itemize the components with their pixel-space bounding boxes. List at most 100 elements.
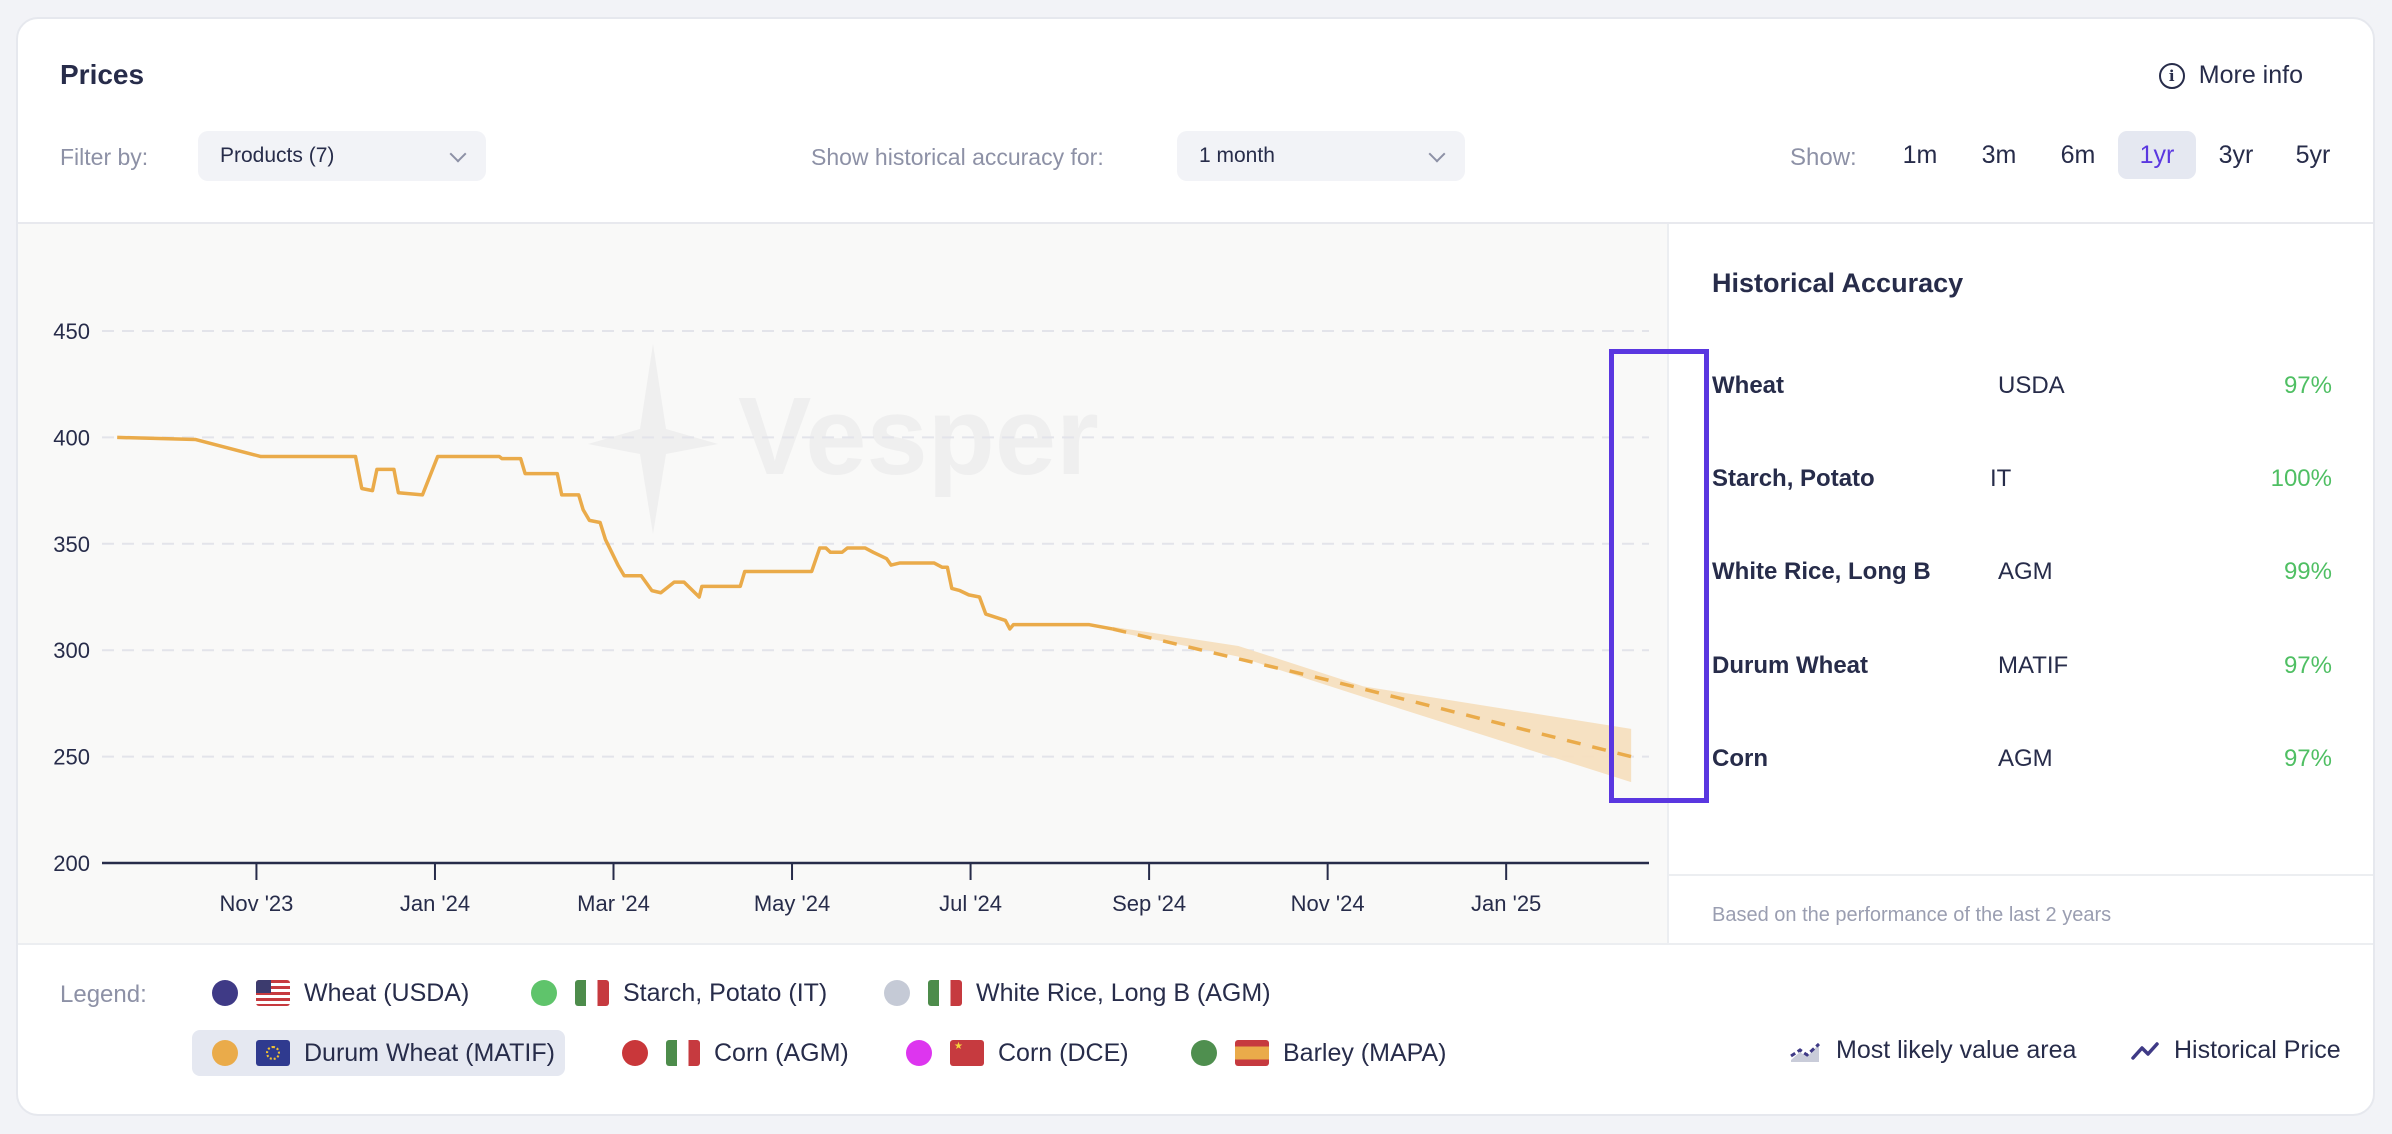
legend-item-corn-agm[interactable]: Corn (AGM) xyxy=(612,1030,859,1076)
range-6m[interactable]: 6m xyxy=(2039,131,2117,179)
y-tick-label: 250 xyxy=(53,745,90,770)
legend-label: Legend: xyxy=(60,981,147,1008)
us-flag-icon xyxy=(256,980,290,1006)
accuracy-source: AGM xyxy=(1998,745,2053,772)
series-color-dot xyxy=(884,980,910,1006)
accuracy-row: Corn AGM 97% xyxy=(1712,739,2332,779)
accuracy-source: IT xyxy=(1990,465,2012,492)
italy-flag-icon xyxy=(666,1040,700,1066)
series-color-dot xyxy=(212,980,238,1006)
series-color-dot xyxy=(1191,1040,1217,1066)
legend-key-likely-area: Most likely value area xyxy=(1788,1036,2076,1065)
area-chart-icon xyxy=(1790,1042,1821,1062)
more-info-label: More info xyxy=(2198,61,2303,89)
info-icon: i xyxy=(2158,62,2185,89)
accuracy-product: Corn xyxy=(1712,745,1768,772)
legend-key-historical-price: Historical Price xyxy=(2130,1036,2341,1065)
legend-item-barley-mapa[interactable]: Barley (MAPA) xyxy=(1181,1030,1456,1076)
price-chart-svg: Vesper 200 250 300 350 400 450 Nov '23 Jan '24… xyxy=(53,319,1649,916)
products-filter-select[interactable]: Products (7) xyxy=(198,131,486,181)
italy-flag-icon xyxy=(928,980,962,1006)
legend-item-white-rice-agm[interactable]: White Rice, Long B (AGM) xyxy=(874,970,1281,1016)
legend-item-wheat-usda[interactable]: Wheat (USDA) xyxy=(202,970,479,1016)
accuracy-label: Show historical accuracy for: xyxy=(811,144,1104,170)
accuracy-product: White Rice, Long B xyxy=(1712,558,1931,585)
price-chart: Vesper 200 250 300 350 400 450 Nov '23 Jan '24… xyxy=(18,224,1667,943)
eu-flag-icon xyxy=(256,1040,290,1066)
prices-card: Prices i More info Filter by: Products (… xyxy=(16,17,2375,1116)
accuracy-row: White Rice, Long B AGM 99% xyxy=(1712,552,2332,592)
accuracy-value: 97% xyxy=(2283,745,2332,772)
x-tick-label: Sep '24 xyxy=(1112,891,1186,916)
accuracy-values-highlight xyxy=(1609,349,1709,803)
show-label: Show: xyxy=(1790,144,1857,171)
italy-flag-icon xyxy=(575,980,609,1006)
legend-item-label: Starch, Potato (IT) xyxy=(623,978,828,1007)
series-color-dot xyxy=(212,1040,238,1066)
historical-accuracy-panel: Historical Accuracy Wheat USDA 97% Starc… xyxy=(1669,224,2373,943)
range-1yr[interactable]: 1yr xyxy=(2118,131,2196,179)
accuracy-row: Wheat USDA 97% xyxy=(1712,366,2332,406)
x-tick-label: Jan '25 xyxy=(1471,891,1541,916)
series-color-dot xyxy=(906,1040,932,1066)
x-tick-label: Jul '24 xyxy=(939,891,1002,916)
filter-row: Filter by: Products (7) Show historical … xyxy=(18,131,2373,181)
panel-footer-divider xyxy=(1669,874,2373,876)
china-flag-icon: ★ xyxy=(950,1040,984,1066)
legend-item-label: Durum Wheat (MATIF) xyxy=(304,1038,555,1067)
accuracy-value: 97% xyxy=(2283,652,2332,679)
x-tick-label: Mar '24 xyxy=(577,891,650,916)
chevron-down-icon xyxy=(1428,145,1446,163)
accuracy-row: Durum Wheat MATIF 97% xyxy=(1712,646,2332,686)
legend-key-label: Historical Price xyxy=(2174,1036,2341,1064)
accuracy-source: USDA xyxy=(1998,372,2065,399)
accuracy-value: 100% xyxy=(2270,465,2332,492)
y-tick-label: 200 xyxy=(53,851,90,876)
y-tick-label: 450 xyxy=(53,319,90,344)
x-tick-label: May '24 xyxy=(754,891,830,916)
y-tick-label: 300 xyxy=(53,638,90,663)
accuracy-product: Wheat xyxy=(1712,372,1784,399)
page-title: Prices xyxy=(60,59,145,90)
spain-flag-icon xyxy=(1235,1040,1269,1066)
accuracy-product: Durum Wheat xyxy=(1712,652,1868,679)
x-tick-label: Nov '24 xyxy=(1291,891,1365,916)
accuracy-value: 99% xyxy=(2283,558,2332,585)
legend-key-label: Most likely value area xyxy=(1836,1036,2077,1064)
forecast-line xyxy=(1112,627,1632,759)
legend-item-durum-wheat-matif[interactable]: Durum Wheat (MATIF) xyxy=(192,1030,565,1076)
filter-label: Filter by: xyxy=(60,144,149,170)
legend-item-label: White Rice, Long B (AGM) xyxy=(976,978,1271,1007)
historical-accuracy-title: Historical Accuracy xyxy=(1712,268,1964,298)
legend-item-label: Wheat (USDA) xyxy=(304,978,470,1007)
accuracy-source: AGM xyxy=(1998,558,2053,585)
vesper-watermark: Vesper xyxy=(588,344,1099,534)
legend-item-corn-dce[interactable]: ★ Corn (DCE) xyxy=(896,1030,1139,1076)
y-tick-label: 400 xyxy=(53,425,90,450)
range-3yr[interactable]: 3yr xyxy=(2197,131,2275,179)
legend: Legend: Wheat (USDA) Starch, Potato (IT)… xyxy=(18,943,2373,1114)
accuracy-period-value: 1 month xyxy=(1199,144,1275,167)
legend-item-label: Corn (AGM) xyxy=(714,1038,849,1067)
range-3m[interactable]: 3m xyxy=(1960,131,2038,179)
x-tick-label: Nov '23 xyxy=(219,891,293,916)
legend-item-label: Barley (MAPA) xyxy=(1283,1038,1447,1067)
y-tick-label: 350 xyxy=(53,532,90,557)
products-filter-value: Products (7) xyxy=(220,144,335,167)
accuracy-row: Starch, Potato IT 100% xyxy=(1712,459,2332,499)
series-color-dot xyxy=(531,980,557,1006)
line-chart-icon xyxy=(2131,1041,2159,1060)
range-5yr[interactable]: 5yr xyxy=(2274,131,2352,179)
vesper-logo-icon xyxy=(588,344,718,534)
x-tick-label: Jan '24 xyxy=(400,891,470,916)
accuracy-footnote: Based on the performance of the last 2 y… xyxy=(1712,904,2112,926)
accuracy-source: MATIF xyxy=(1998,652,2069,679)
legend-item-starch-potato-it[interactable]: Starch, Potato (IT) xyxy=(521,970,837,1016)
series-color-dot xyxy=(622,1040,648,1066)
range-1m[interactable]: 1m xyxy=(1881,131,1959,179)
accuracy-value: 97% xyxy=(2283,372,2332,399)
more-info-link[interactable]: i More info xyxy=(2158,61,2303,90)
legend-item-label: Corn (DCE) xyxy=(998,1038,1129,1067)
chevron-down-icon xyxy=(449,145,467,163)
accuracy-period-select[interactable]: 1 month xyxy=(1177,131,1465,181)
